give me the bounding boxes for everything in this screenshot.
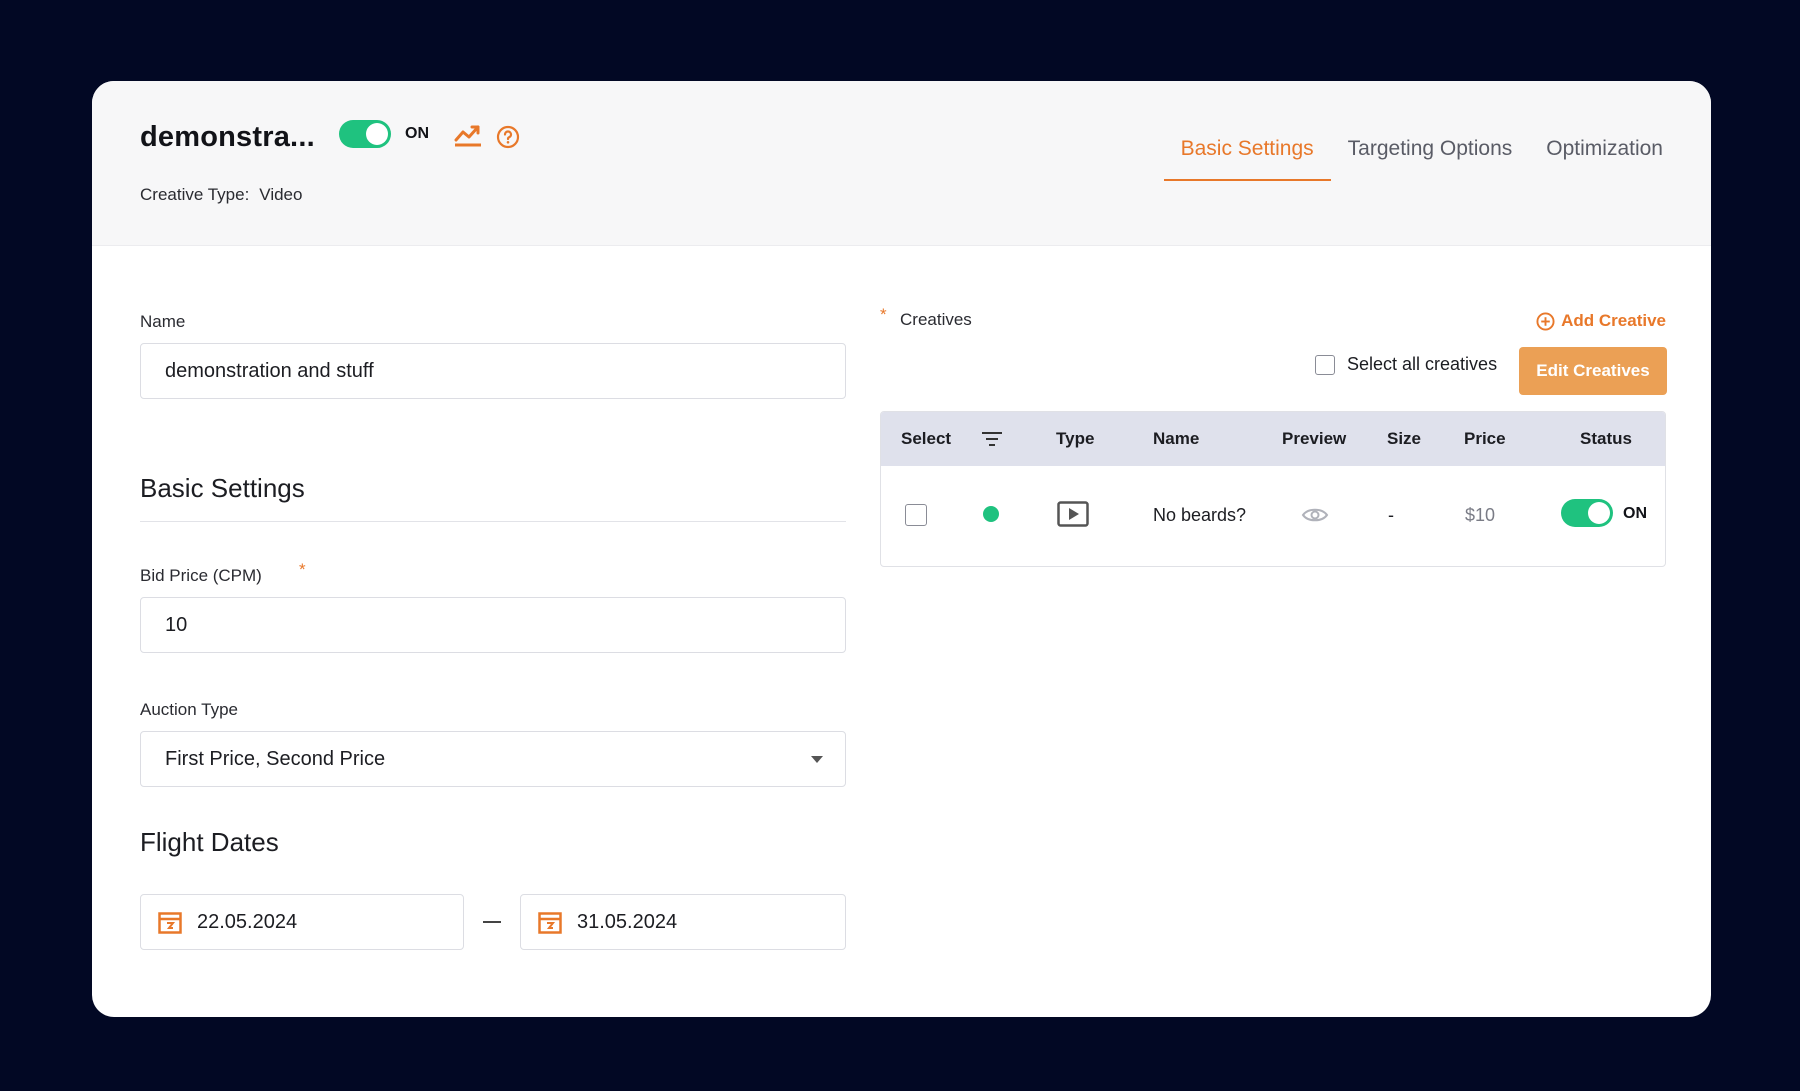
select-all-checkbox[interactable] <box>1315 354 1335 375</box>
bid-price-required-mark: * <box>299 560 306 579</box>
basic-settings-heading: Basic Settings <box>140 473 305 503</box>
tab-bar: Basic Settings Targeting Options Optimiz… <box>1163 137 1663 181</box>
start-date-input[interactable]: 22.05.2024 <box>140 894 464 950</box>
column-select: Select <box>901 429 952 448</box>
creatives-table: Select Type Name Preview Size Price Stat… <box>880 411 1666 567</box>
campaign-title: demonstra... <box>140 121 315 153</box>
calendar-icon <box>158 912 182 934</box>
row-select-checkbox[interactable] <box>905 504 927 526</box>
creative-name: No beards? <box>1153 505 1247 525</box>
end-date-input[interactable]: 31.05.2024 <box>520 894 846 950</box>
edit-creatives-button[interactable]: Edit Creatives <box>1519 347 1667 395</box>
select-all-creatives[interactable]: Select all creatives <box>1315 354 1497 375</box>
tab-basic-settings[interactable]: Basic Settings <box>1163 137 1331 181</box>
date-range-separator <box>483 921 501 923</box>
creative-price: $10 <box>1465 505 1496 525</box>
campaign-status-toggle[interactable] <box>339 120 391 148</box>
name-input[interactable]: demonstration and stuff <box>140 343 846 399</box>
creative-status-label: ON <box>1623 505 1647 522</box>
card-header: demonstra... ON Creative Type: Video Basi… <box>92 81 1711 246</box>
help-icon[interactable] <box>496 125 520 149</box>
campaign-status-label: ON <box>405 125 429 142</box>
bid-price-input[interactable]: 10 <box>140 597 846 653</box>
tab-targeting-options[interactable]: Targeting Options <box>1331 137 1530 181</box>
select-all-label: Select all creatives <box>1347 354 1498 374</box>
table-header: Select Type Name Preview Size Price Stat… <box>881 412 1665 466</box>
tab-optimization[interactable]: Optimization <box>1529 137 1663 181</box>
add-creative-label: Add Creative <box>1561 311 1666 330</box>
column-type: Type <box>1056 429 1095 448</box>
auction-type-value: First Price, Second Price <box>165 747 386 770</box>
creative-status-toggle[interactable] <box>1561 499 1613 527</box>
creative-type-value: Video <box>259 185 303 204</box>
column-preview: Preview <box>1282 429 1347 448</box>
end-date-value: 31.05.2024 <box>577 910 678 933</box>
start-date-value: 22.05.2024 <box>197 910 298 933</box>
flight-dates-heading: Flight Dates <box>140 827 279 857</box>
bid-price-label: Bid Price (CPM) <box>140 566 262 585</box>
column-name: Name <box>1153 429 1200 448</box>
section-divider <box>140 521 846 522</box>
auction-type-select[interactable]: First Price, Second Price <box>140 731 846 787</box>
filter-icon[interactable] <box>981 431 1003 447</box>
chart-icon[interactable] <box>453 122 483 148</box>
creative-size: - <box>1388 505 1394 525</box>
column-size: Size <box>1387 429 1422 448</box>
auction-type-label: Auction Type <box>140 700 238 719</box>
creative-type: Creative Type: Video <box>140 185 302 205</box>
add-creative-button[interactable]: Add Creative <box>1536 311 1666 331</box>
name-label: Name <box>140 312 186 331</box>
column-status: Status <box>1580 429 1632 448</box>
eye-icon[interactable] <box>1301 506 1329 524</box>
add-circle-icon <box>1536 311 1555 331</box>
video-play-icon <box>1057 501 1089 527</box>
chevron-down-icon <box>811 756 823 763</box>
calendar-icon <box>538 912 562 934</box>
creative-type-label: Creative Type: <box>140 185 250 204</box>
creatives-label: Creatives <box>900 310 972 329</box>
creatives-required-mark: * <box>880 305 887 324</box>
status-dot <box>983 506 999 522</box>
campaign-card: demonstra... ON Creative Type: Video Basi… <box>92 81 1711 1017</box>
column-price: Price <box>1464 429 1506 448</box>
